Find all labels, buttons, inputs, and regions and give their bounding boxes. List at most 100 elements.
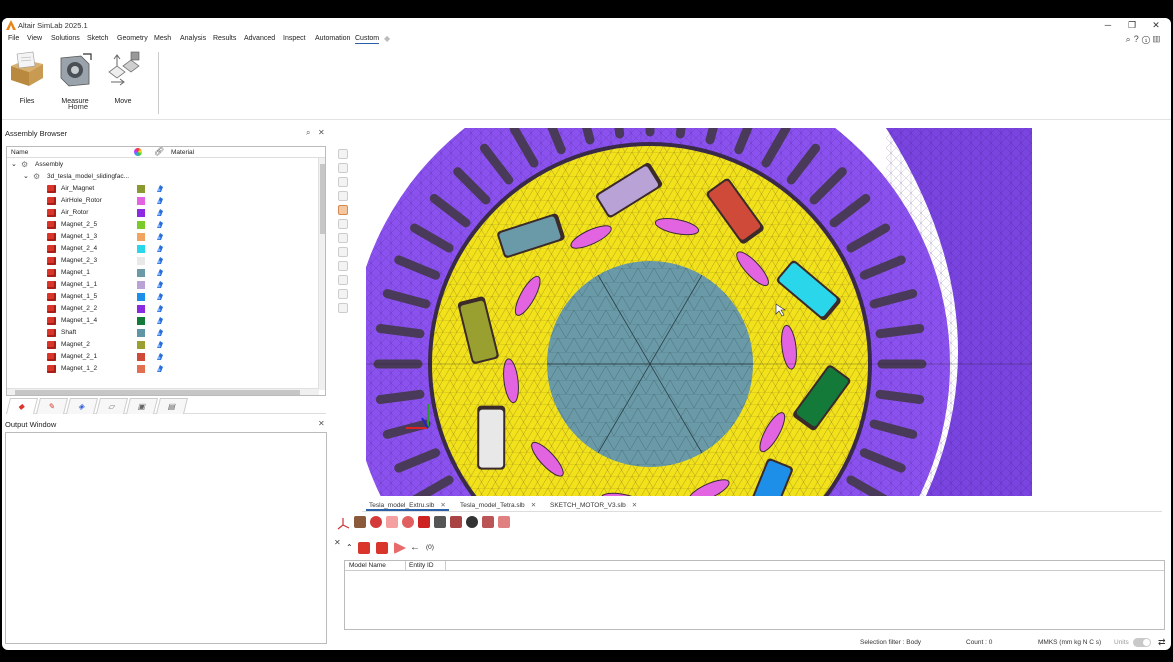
pin-tool-icon[interactable] bbox=[338, 289, 348, 299]
link-column-icon[interactable]: 🔗︎ bbox=[154, 147, 164, 156]
column-material[interactable]: Material bbox=[171, 149, 194, 156]
tree-row-body[interactable]: Magnet_2_1 bbox=[7, 351, 317, 363]
material-icon[interactable] bbox=[156, 184, 164, 193]
column-entity-id[interactable]: Entity ID bbox=[409, 562, 434, 569]
settings-view-icon[interactable] bbox=[498, 516, 510, 528]
box-icon[interactable] bbox=[418, 516, 430, 528]
line-tool-icon[interactable] bbox=[338, 163, 348, 173]
arrow-left-icon[interactable]: ← bbox=[410, 542, 420, 553]
column-model-name[interactable]: Model Name bbox=[349, 562, 386, 569]
tree-row-assembly[interactable]: ⌄ ⚙ Assembly bbox=[7, 159, 317, 171]
tree-row-body[interactable]: Magnet_1_5 bbox=[7, 291, 317, 303]
menu-inspect[interactable]: Inspect bbox=[283, 35, 306, 42]
node-tool-icon[interactable] bbox=[338, 233, 348, 243]
axis-view-icon[interactable] bbox=[336, 516, 350, 530]
body-color-swatch[interactable] bbox=[137, 233, 145, 241]
select-face-icon[interactable] bbox=[394, 542, 406, 554]
fit-view-icon[interactable] bbox=[354, 516, 366, 528]
menu-advanced[interactable]: Advanced bbox=[244, 35, 275, 42]
body-color-swatch[interactable] bbox=[137, 269, 145, 277]
vector-tool-icon[interactable] bbox=[338, 275, 348, 285]
tree-row-body[interactable]: Magnet_1_2 bbox=[7, 363, 317, 375]
swap-icon[interactable]: ⇄ bbox=[1158, 637, 1166, 648]
body-color-swatch[interactable] bbox=[137, 293, 145, 301]
select-body-icon[interactable] bbox=[358, 542, 370, 554]
files-button[interactable]: Files bbox=[2, 50, 52, 105]
column-name[interactable]: Name bbox=[11, 149, 28, 156]
menu-solutions[interactable]: Solutions bbox=[51, 35, 80, 42]
tab-materials[interactable]: ▱ bbox=[96, 398, 128, 414]
body-color-swatch[interactable] bbox=[137, 281, 145, 289]
zoom-window-icon[interactable] bbox=[386, 516, 398, 528]
section-icon[interactable] bbox=[450, 516, 462, 528]
material-icon[interactable] bbox=[156, 364, 164, 373]
browser-search-icon[interactable]: ⌕ bbox=[306, 128, 310, 138]
material-icon[interactable] bbox=[156, 196, 164, 205]
body-color-swatch[interactable] bbox=[137, 185, 145, 193]
search-icon[interactable]: ⌕ bbox=[1126, 34, 1134, 44]
tab-groups[interactable]: ◈ bbox=[66, 398, 98, 414]
tree-row-body[interactable]: Magnet_2_2 bbox=[7, 303, 317, 315]
menu-analysis[interactable]: Analysis bbox=[180, 35, 206, 42]
body-color-swatch[interactable] bbox=[137, 317, 145, 325]
tab-assembly[interactable]: ◆ bbox=[6, 398, 38, 414]
close-tab-icon[interactable]: ✕ bbox=[531, 502, 536, 509]
material-icon[interactable] bbox=[156, 244, 164, 253]
material-icon[interactable] bbox=[156, 340, 164, 349]
material-icon[interactable] bbox=[156, 292, 164, 301]
material-icon[interactable] bbox=[156, 352, 164, 361]
select-multi-body-icon[interactable] bbox=[376, 542, 388, 554]
tree-row-body[interactable]: Magnet_1_3 bbox=[7, 231, 317, 243]
menu-custom[interactable]: Custom bbox=[355, 35, 380, 44]
restore-button[interactable]: ❐ bbox=[1125, 20, 1139, 31]
color-column-icon[interactable] bbox=[134, 148, 142, 156]
units-toggle[interactable] bbox=[1133, 638, 1151, 647]
add-tab-icon[interactable]: ◆ bbox=[384, 34, 390, 43]
menu-view[interactable]: View bbox=[27, 35, 42, 42]
collapse-panel-icon[interactable]: ✕ bbox=[334, 538, 341, 547]
face-tool-icon[interactable] bbox=[338, 191, 348, 201]
motor-mesh-render[interactable] bbox=[366, 128, 1032, 496]
body-color-swatch[interactable] bbox=[137, 305, 145, 313]
tab-sketch[interactable]: ✎ bbox=[36, 398, 68, 414]
tree-row-body[interactable]: Shaft bbox=[7, 327, 317, 339]
material-icon[interactable] bbox=[156, 268, 164, 277]
menu-file[interactable]: File bbox=[8, 35, 19, 42]
collapse-icon[interactable]: ⌄ bbox=[23, 172, 29, 180]
body-color-swatch[interactable] bbox=[137, 341, 145, 349]
material-icon[interactable] bbox=[156, 232, 164, 241]
point-tool-icon[interactable] bbox=[338, 261, 348, 271]
vertical-scrollbar[interactable] bbox=[318, 158, 325, 390]
material-icon[interactable] bbox=[156, 220, 164, 229]
curve-tool-icon[interactable] bbox=[338, 247, 348, 257]
body-color-swatch[interactable] bbox=[137, 221, 145, 229]
zoom-selection-icon[interactable] bbox=[402, 516, 414, 528]
material-icon[interactable] bbox=[156, 316, 164, 325]
collapse-icon[interactable]: ⌄ bbox=[11, 160, 17, 168]
tab-mesh[interactable]: ▣ bbox=[126, 398, 158, 414]
doc-tab-tetra[interactable]: Tesla_model_Tetra.slb ✕ bbox=[457, 499, 539, 511]
tree-row-body[interactable]: Magnet_1 bbox=[7, 267, 317, 279]
material-icon[interactable] bbox=[156, 280, 164, 289]
output-close-icon[interactable]: ✕ bbox=[318, 419, 325, 428]
arc-tool-icon[interactable] bbox=[338, 177, 348, 187]
move-button[interactable]: Move bbox=[98, 50, 148, 105]
menu-results[interactable]: Results bbox=[213, 35, 236, 42]
menu-geometry[interactable]: Geometry bbox=[117, 35, 148, 42]
doc-tab-extru[interactable]: Tesla_model_Extru.slb ✕ bbox=[366, 499, 449, 511]
close-window-button[interactable]: ✕ bbox=[1149, 20, 1163, 31]
horizontal-scrollbar[interactable] bbox=[7, 388, 319, 395]
body-color-swatch[interactable] bbox=[137, 329, 145, 337]
menu-automation[interactable]: Automation bbox=[315, 35, 350, 42]
select-tool-icon[interactable] bbox=[338, 149, 348, 159]
help-icon[interactable]: ? bbox=[1134, 34, 1142, 44]
zoom-icon[interactable] bbox=[370, 516, 382, 528]
output-window[interactable] bbox=[5, 432, 327, 644]
cube-view-icon[interactable] bbox=[434, 516, 446, 528]
body-color-swatch[interactable] bbox=[137, 209, 145, 217]
tree-row-body[interactable]: Air_Magnet bbox=[7, 183, 317, 195]
material-icon[interactable] bbox=[156, 304, 164, 313]
close-tab-icon[interactable]: ✕ bbox=[440, 502, 445, 509]
tree-row-body[interactable]: Magnet_2 bbox=[7, 339, 317, 351]
info-icon[interactable]: ⓘ bbox=[1142, 34, 1153, 44]
